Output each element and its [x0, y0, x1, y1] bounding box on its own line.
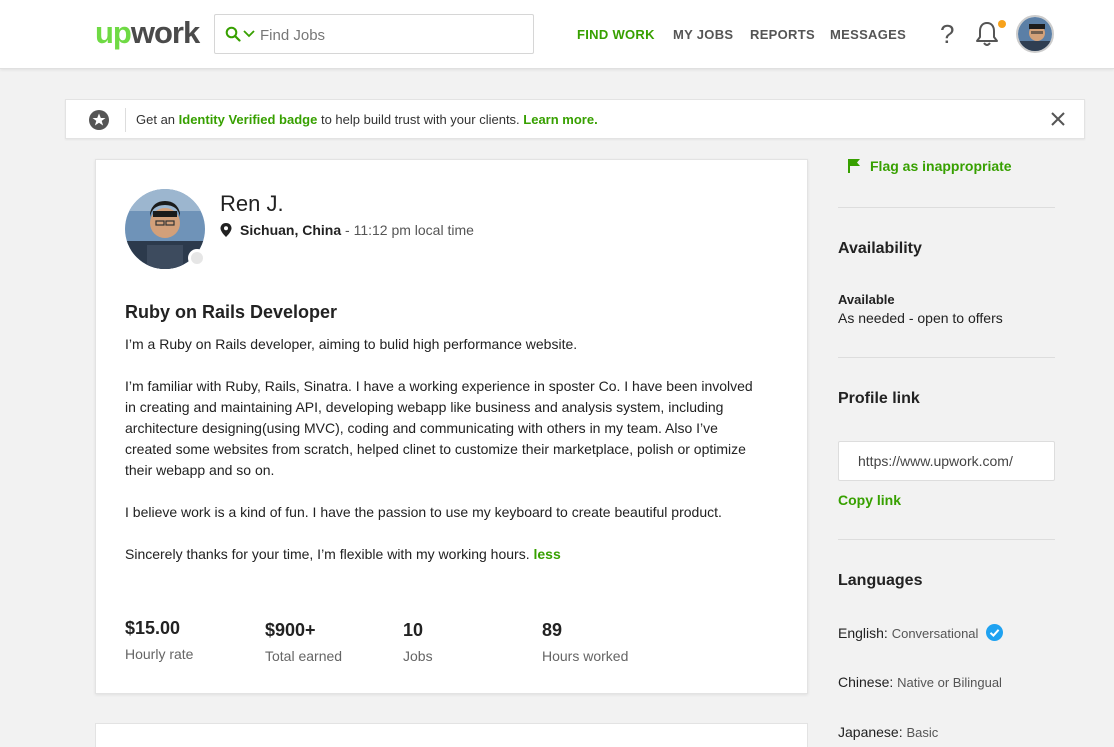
banner-divider [125, 108, 126, 132]
user-avatar[interactable] [1016, 15, 1054, 53]
language-japanese: Japanese: Basic [838, 724, 938, 740]
language-level: Conversational [891, 626, 979, 641]
banner-prefix: Get an [136, 112, 179, 127]
language-english: English: Conversational [838, 624, 1004, 641]
stat-hours-worked: 89 Hours worked [542, 620, 628, 664]
language-name: Japanese: [838, 724, 903, 740]
help-icon[interactable]: ? [940, 20, 954, 48]
profile-name: Ren J. [220, 191, 284, 216]
identity-badge-link[interactable]: Identity Verified badge [179, 112, 318, 127]
profile-title: Ruby on Rails Developer [125, 302, 338, 322]
location-pin-icon [220, 223, 232, 237]
logo-work: work [130, 15, 200, 50]
secondary-card [95, 723, 808, 747]
stat-value: 10 [403, 620, 424, 640]
online-status-dot [188, 249, 206, 267]
search-input[interactable] [260, 24, 520, 46]
description-paragraph-last: Sincerely thanks for your time, I’m flex… [125, 544, 765, 565]
stat-label: Hours worked [542, 648, 629, 664]
star-badge-icon [89, 110, 109, 130]
chevron-down-icon[interactable] [243, 29, 255, 39]
languages-heading: Languages [838, 572, 923, 589]
local-time: - 11:12 pm local time [341, 222, 474, 238]
stat-value: $900+ [265, 620, 316, 640]
search-icon[interactable] [225, 26, 241, 42]
stat-value: 89 [542, 620, 563, 640]
logo-up: up [95, 15, 132, 50]
profile-description: I’m a Ruby on Rails developer, aiming to… [125, 334, 765, 586]
copy-link-button[interactable]: Copy link [838, 492, 901, 508]
profile-link-field[interactable]: https://www.upwork.com/ [838, 441, 1055, 481]
nav-reports[interactable]: REPORTS [750, 27, 815, 42]
language-name: Chinese: [838, 674, 894, 690]
description-paragraph: I’m familiar with Ruby, Rails, Sinatra. … [125, 378, 753, 478]
language-name: English: [838, 625, 888, 641]
sidebar-divider [838, 539, 1055, 540]
profile-link-heading: Profile link [838, 390, 920, 407]
flag-inappropriate-link[interactable]: Flag as inappropriate [848, 158, 1012, 174]
bell-icon[interactable] [975, 21, 999, 47]
profile-location: Sichuan, China - 11:12 pm local time [220, 222, 474, 238]
close-icon[interactable] [1051, 112, 1065, 126]
stat-total-earned: $900+ Total earned [265, 620, 342, 664]
language-level: Basic [906, 725, 939, 740]
availability-status: Available [838, 292, 895, 307]
nav-messages[interactable]: MESSAGES [830, 27, 906, 42]
sidebar-divider [838, 207, 1055, 208]
availability-detail: As needed - open to offers [838, 310, 1003, 326]
banner-middle: to help build trust with your clients. [317, 112, 524, 127]
language-level: Native or Bilingual [897, 675, 1002, 690]
top-header: upwork FIND WORK MY JOBS REPORTS MESSAGE… [0, 0, 1114, 69]
location-city: Sichuan, China [240, 222, 342, 238]
nav-find-work[interactable]: FIND WORK [577, 27, 655, 42]
description-paragraph: I believe work is a kind of fun. I have … [125, 504, 722, 520]
language-chinese: Chinese: Native or Bilingual [838, 674, 1002, 690]
stat-jobs: 10 Jobs [403, 620, 433, 664]
upwork-logo[interactable]: upwork [95, 15, 200, 50]
stat-value: $15.00 [125, 618, 181, 638]
nav-my-jobs[interactable]: MY JOBS [673, 27, 733, 42]
identity-verification-banner: Get an Identity Verified badge to help b… [65, 99, 1085, 139]
flag-icon [848, 159, 860, 173]
verified-check-icon [986, 624, 1004, 641]
learn-more-link[interactable]: Learn more. [523, 112, 597, 127]
stat-hourly-rate: $15.00 Hourly rate [125, 618, 193, 662]
banner-message: Get an Identity Verified badge to help b… [136, 112, 598, 127]
description-text: Sincerely thanks for your time, I’m flex… [125, 546, 534, 562]
stat-label: Hourly rate [125, 646, 194, 662]
search-box[interactable] [214, 14, 534, 54]
sidebar-divider [838, 357, 1055, 358]
flag-label: Flag as inappropriate [870, 158, 1012, 174]
profile-card: Ren J. Sichuan, China - 11:12 pm local t… [95, 159, 808, 694]
availability-heading: Availability [838, 240, 922, 257]
stat-label: Jobs [403, 648, 433, 664]
notification-dot [998, 20, 1006, 28]
description-paragraph: I’m a Ruby on Rails developer, aiming to… [125, 336, 578, 352]
less-link[interactable]: less [533, 546, 560, 562]
stat-label: Total earned [265, 648, 343, 664]
